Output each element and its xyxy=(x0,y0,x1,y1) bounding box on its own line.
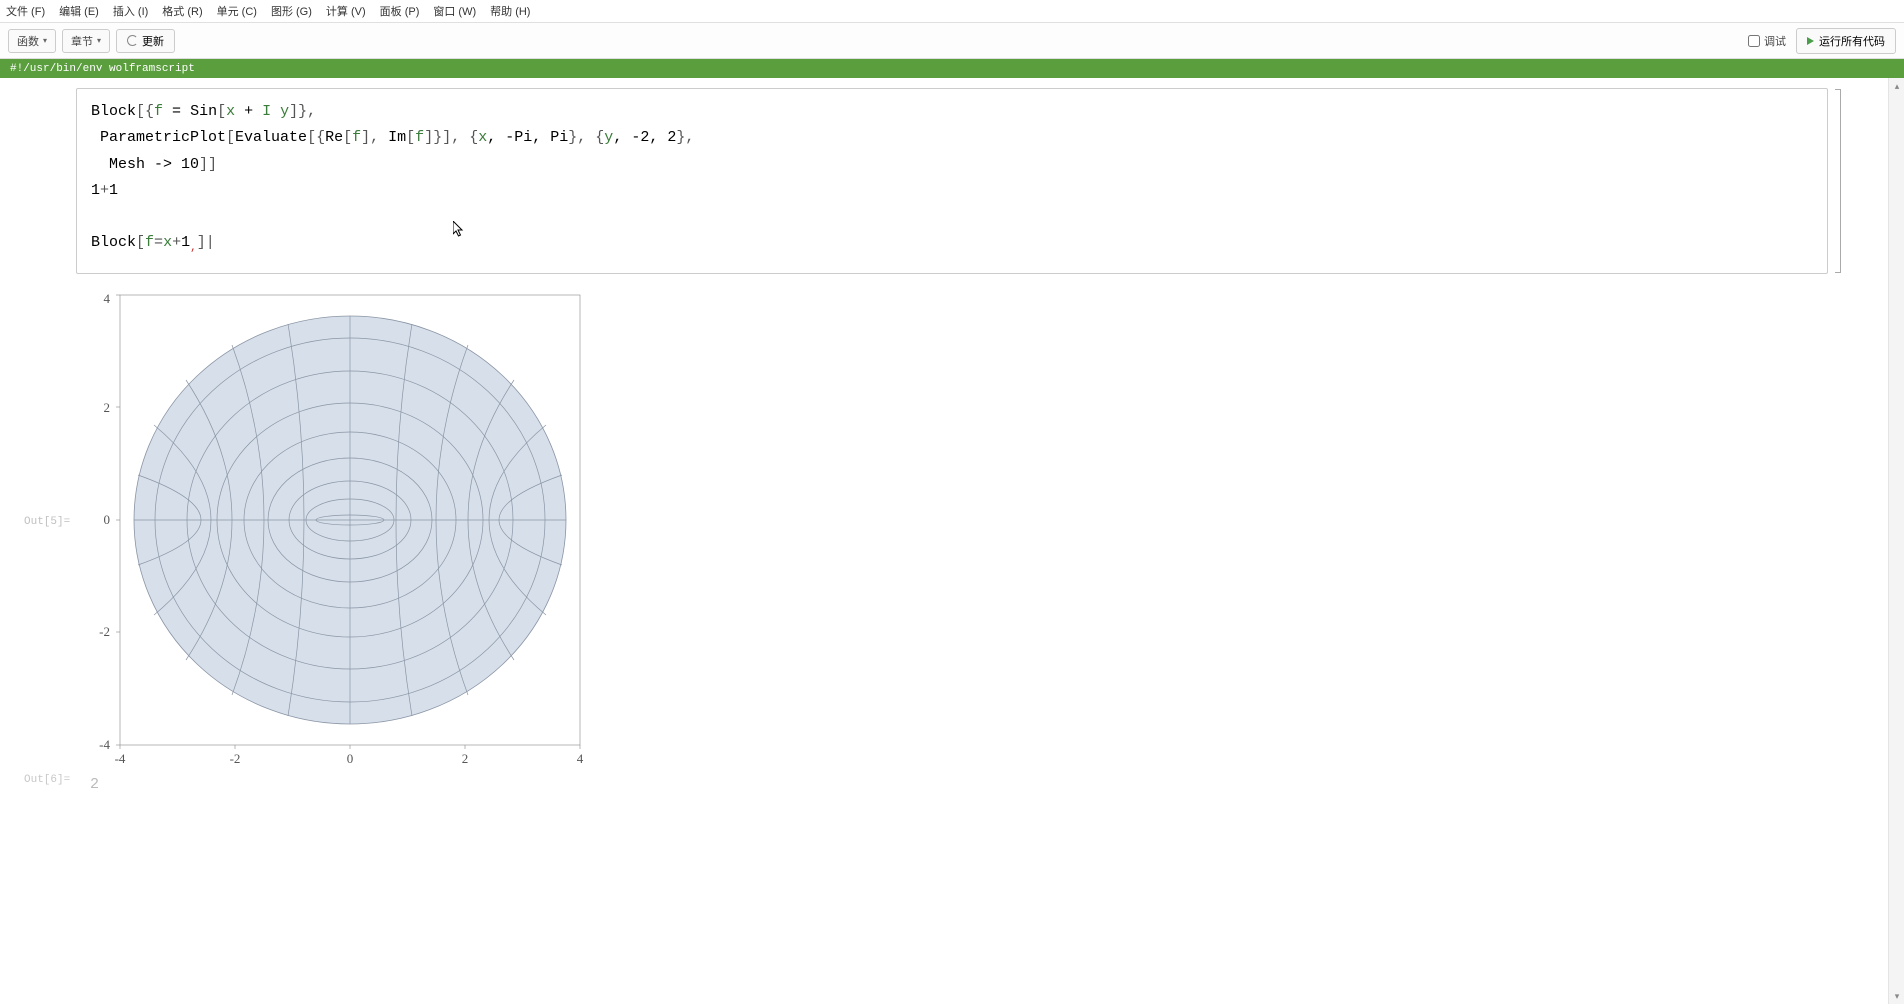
svg-text:0: 0 xyxy=(347,751,354,766)
refresh-icon xyxy=(127,35,138,46)
svg-text:-2: -2 xyxy=(99,624,110,639)
output6-label: Out[6]= xyxy=(24,774,70,786)
svg-text:2: 2 xyxy=(462,751,469,766)
menu-graphics[interactable]: 图形 (G) xyxy=(271,3,312,19)
functions-label: 函数 xyxy=(17,33,39,49)
run-all-label: 运行所有代码 xyxy=(1819,33,1885,49)
run-all-button[interactable]: 运行所有代码 xyxy=(1796,28,1896,54)
menu-insert[interactable]: 插入 (I) xyxy=(113,3,148,19)
output6-value: 2 xyxy=(90,776,99,793)
menu-file[interactable]: 文件 (F) xyxy=(6,3,45,19)
input-cell[interactable]: Block[{f = Sin[x + I y]}, ParametricPlot… xyxy=(76,88,1828,274)
parametric-plot: -4 -2 0 2 4 -4 -2 0 xyxy=(80,280,600,770)
svg-text:2: 2 xyxy=(104,400,111,415)
shebang-bar: #!/usr/bin/env wolframscript xyxy=(0,59,1904,78)
refresh-button[interactable]: 更新 xyxy=(116,29,175,53)
menu-window[interactable]: 窗口 (W) xyxy=(433,3,476,19)
cell-bracket-icon[interactable] xyxy=(1835,89,1841,273)
menu-cell[interactable]: 单元 (C) xyxy=(217,3,257,19)
sections-dropdown[interactable]: 章节 ▾ xyxy=(62,29,110,53)
svg-text:4: 4 xyxy=(577,751,584,766)
svg-text:0: 0 xyxy=(104,512,111,527)
functions-dropdown[interactable]: 函数 ▾ xyxy=(8,29,56,53)
menu-bar: 文件 (F) 编辑 (E) 插入 (I) 格式 (R) 单元 (C) 图形 (G… xyxy=(0,0,1904,23)
vertical-scrollbar[interactable]: ▴ ▾ xyxy=(1888,78,1904,1004)
code-content[interactable]: Block[{f = Sin[x + I y]}, ParametricPlot… xyxy=(91,99,1813,257)
chevron-down-icon: ▾ xyxy=(97,36,101,45)
refresh-label: 更新 xyxy=(142,33,164,49)
scroll-down-icon[interactable]: ▾ xyxy=(1889,988,1904,1004)
svg-text:-2: -2 xyxy=(230,751,241,766)
scroll-up-icon[interactable]: ▴ xyxy=(1889,78,1904,94)
output-cell-6: Out[6]= 2 xyxy=(76,776,1828,794)
shebang-text: #!/usr/bin/env wolframscript xyxy=(10,63,195,75)
menu-evaluate[interactable]: 计算 (V) xyxy=(326,3,366,19)
menu-palettes[interactable]: 面板 (P) xyxy=(380,3,420,19)
debug-checkbox[interactable]: 调试 xyxy=(1748,33,1786,49)
svg-text:4: 4 xyxy=(104,291,111,306)
menu-edit[interactable]: 编辑 (E) xyxy=(59,3,99,19)
output-cell: Out[5]= xyxy=(76,280,1828,770)
toolbar: 函数 ▾ 章节 ▾ 更新 调试 运行所有代码 xyxy=(0,23,1904,59)
svg-text:-4: -4 xyxy=(99,737,110,752)
output-label: Out[5]= xyxy=(24,516,70,528)
debug-label: 调试 xyxy=(1764,33,1786,49)
play-icon xyxy=(1807,37,1814,45)
menu-format[interactable]: 格式 (R) xyxy=(162,3,202,19)
menu-help[interactable]: 帮助 (H) xyxy=(490,3,530,19)
svg-text:-4: -4 xyxy=(115,751,126,766)
debug-checkbox-input[interactable] xyxy=(1748,35,1760,47)
sections-label: 章节 xyxy=(71,33,93,49)
chevron-down-icon: ▾ xyxy=(43,36,47,45)
notebook-workspace[interactable]: Block[{f = Sin[x + I y]}, ParametricPlot… xyxy=(0,78,1904,1004)
